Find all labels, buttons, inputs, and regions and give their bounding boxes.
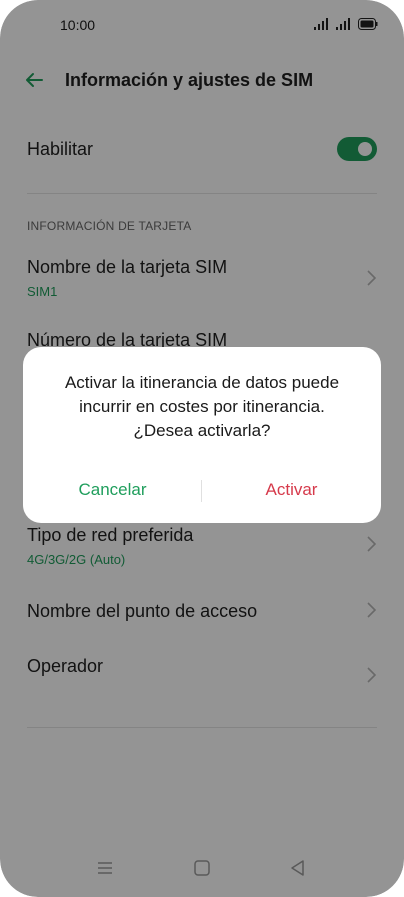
phone-screen: 10:00 Información y ajustes de SIM Habil (0, 0, 404, 897)
activate-button[interactable]: Activar (202, 480, 381, 500)
dialog-message: Activar la itinerancia de datos puede in… (64, 373, 340, 440)
roaming-dialog: Activar la itinerancia de datos puede in… (23, 347, 381, 523)
cancel-button[interactable]: Cancelar (23, 480, 202, 500)
